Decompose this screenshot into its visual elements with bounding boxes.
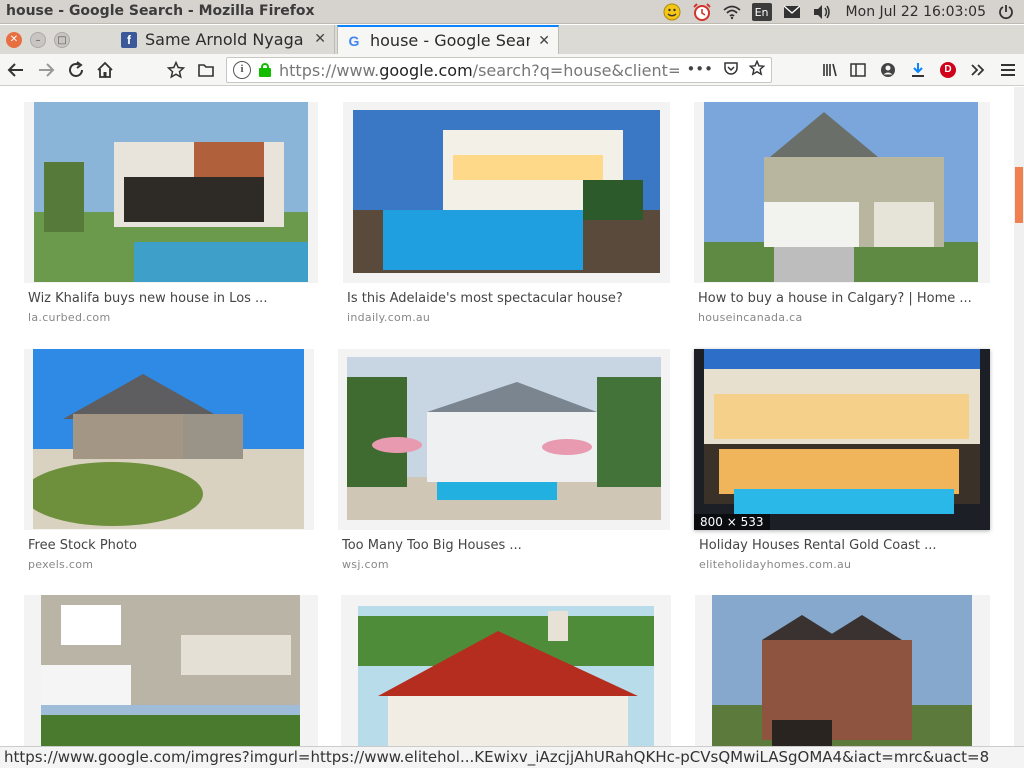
result-caption[interactable]: How to buy a house in Calgary? | Home ..… <box>698 291 972 306</box>
image-dimensions-badge: 800 × 533 <box>694 514 770 530</box>
result-thumbnail[interactable] <box>33 349 304 529</box>
image-results-grid: Wiz Khalifa buys new house in Los ... la… <box>0 87 1014 746</box>
back-button[interactable] <box>4 58 28 82</box>
window-title: house - Google Search - Mozilla Firefox <box>6 3 315 19</box>
star-outline-icon <box>167 61 185 79</box>
tab-google-search[interactable]: G house - Google Search ✕ <box>337 25 559 54</box>
alarm-clock-icon[interactable] <box>692 2 712 22</box>
result-thumbnail[interactable] <box>347 357 661 520</box>
window-minimize-button[interactable]: – <box>30 32 46 48</box>
result-caption[interactable]: Holiday Houses Rental Gold Coast ... <box>699 538 937 553</box>
pocket-icon[interactable] <box>723 60 739 80</box>
result-thumbnail[interactable]: 800 × 533 <box>694 349 990 530</box>
lock-icon[interactable] <box>259 63 271 77</box>
tab-close-icon[interactable]: ✕ <box>538 33 550 49</box>
volume-icon[interactable] <box>812 2 832 22</box>
sidebar-icon <box>850 63 866 77</box>
page-scrollbar[interactable] <box>1014 87 1024 746</box>
site-info-icon[interactable]: i <box>233 61 251 79</box>
result-caption[interactable]: Wiz Khalifa buys new house in Los ... <box>28 291 267 306</box>
result-source: indaily.com.au <box>347 311 431 324</box>
url-bar[interactable]: i https://www.google.com/search?q=house&… <box>226 57 772 83</box>
result-thumbnail[interactable] <box>704 102 978 282</box>
screenshot-button[interactable] <box>194 58 218 82</box>
folder-icon <box>198 64 214 77</box>
facebook-icon: f <box>121 31 137 48</box>
reload-icon <box>69 61 83 77</box>
extension-button[interactable]: D <box>936 58 960 82</box>
extension-d-icon: D <box>940 62 956 78</box>
system-tray: En Mon Jul 22 16:03:05 <box>662 0 1016 24</box>
result-source: pexels.com <box>28 558 94 571</box>
tab-title: Same Arnold Nyaga <box>145 30 304 49</box>
result-caption[interactable]: Is this Adelaide's most spectacular hous… <box>347 291 623 306</box>
url-text[interactable]: https://www.google.com/search?q=house&cl… <box>279 61 679 80</box>
download-icon <box>912 63 924 77</box>
result-caption[interactable]: Too Many Too Big Houses ... <box>342 538 522 553</box>
sidebar-button[interactable] <box>846 58 870 82</box>
hamburger-icon <box>1001 64 1015 76</box>
result-source: la.curbed.com <box>28 311 111 324</box>
result-thumbnail[interactable] <box>41 595 300 746</box>
result-source: houseincanada.ca <box>698 311 803 324</box>
scrollbar-thumb[interactable] <box>1015 167 1023 223</box>
result-caption[interactable]: Free Stock Photo <box>28 538 137 553</box>
link-status-bar: https://www.google.com/imgres?imgurl=htt… <box>0 746 1024 768</box>
account-icon <box>881 63 895 77</box>
wifi-icon[interactable] <box>722 2 742 22</box>
window-maximize-button[interactable]: □ <box>54 32 70 48</box>
system-top-bar: house - Google Search - Mozilla Firefox … <box>0 0 1024 24</box>
library-icon <box>823 63 837 77</box>
google-icon: G <box>348 32 360 49</box>
mail-icon[interactable] <box>782 2 802 22</box>
home-icon <box>97 61 113 78</box>
keyboard-layout-indicator[interactable]: En <box>751 3 772 21</box>
result-thumbnail[interactable] <box>358 606 654 746</box>
home-button[interactable] <box>93 58 117 82</box>
downloads-button[interactable] <box>906 58 930 82</box>
clock[interactable]: Mon Jul 22 16:03:05 <box>846 4 986 20</box>
result-source: wsj.com <box>342 558 389 571</box>
result-thumbnail[interactable] <box>34 102 308 282</box>
forward-button[interactable] <box>34 58 58 82</box>
result-source: eliteholidayhomes.com.au <box>699 558 852 571</box>
result-thumbnail[interactable] <box>353 110 660 273</box>
reload-button[interactable] <box>64 58 88 82</box>
tab-close-icon[interactable]: ✕ <box>314 31 326 47</box>
emoji-icon[interactable] <box>662 2 682 22</box>
tab-facebook[interactable]: f Same Arnold Nyaga ✕ <box>113 25 335 54</box>
power-icon[interactable] <box>996 2 1016 22</box>
tab-title: house - Google Search <box>370 31 530 50</box>
navigation-bar: i https://www.google.com/search?q=house&… <box>0 54 1024 86</box>
bookmark-star-button[interactable] <box>164 58 188 82</box>
library-button[interactable] <box>818 58 842 82</box>
account-button[interactable] <box>876 58 900 82</box>
overflow-menu-button[interactable] <box>966 58 990 82</box>
back-arrow-icon <box>7 63 23 77</box>
result-thumbnail[interactable] <box>712 595 972 746</box>
bookmark-star-icon[interactable] <box>748 59 766 80</box>
tab-strip: ✕ – □ f Same Arnold Nyaga ✕ G house - Go… <box>0 25 1024 77</box>
chevron-double-right-icon <box>971 64 985 76</box>
forward-arrow-icon <box>39 63 55 77</box>
hamburger-menu-button[interactable] <box>996 58 1020 82</box>
page-actions-button[interactable]: ••• <box>686 60 713 80</box>
window-close-button[interactable]: ✕ <box>6 32 22 48</box>
